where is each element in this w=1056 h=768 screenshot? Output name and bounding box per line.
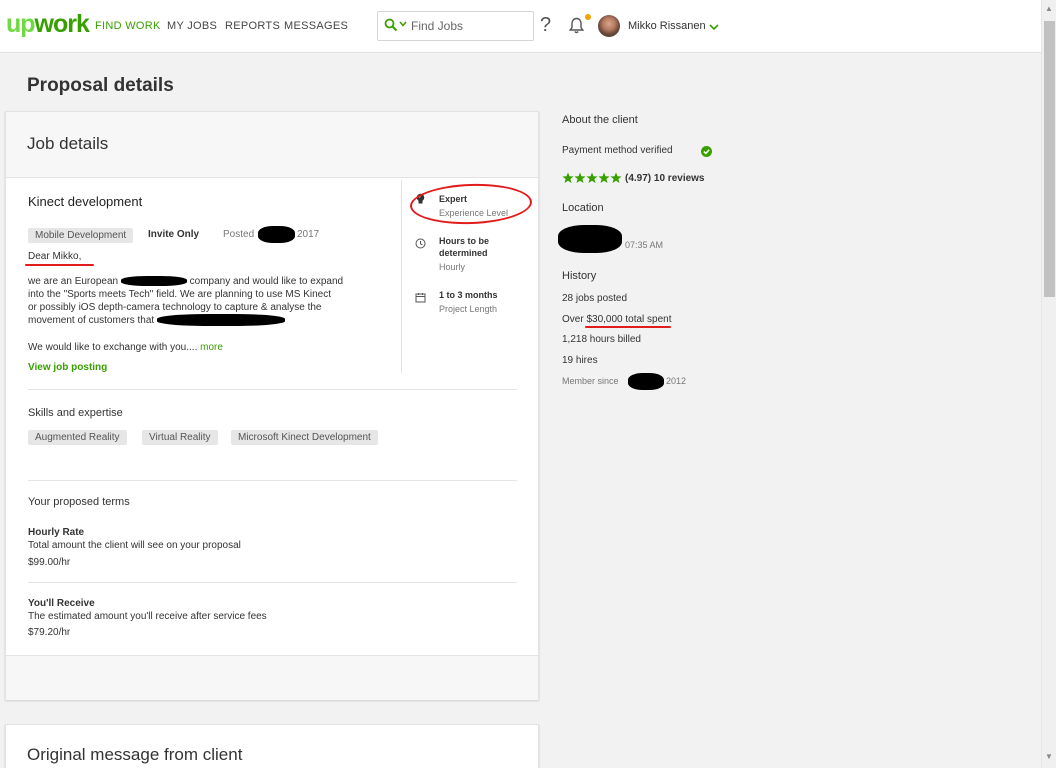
you-receive-description: The estimated amount you'll receive afte… [28,611,267,622]
job-title: Kinect development [28,194,143,209]
local-time: 07:35 AM [625,240,664,250]
project-length-value: 1 to 3 months [439,290,498,300]
help-icon[interactable]: ? [540,14,551,37]
hourly-rate-description: Total amount the client will see on your… [28,540,241,551]
project-length-label: Project Length [439,304,498,314]
jobs-posted: 28 jobs posted [562,293,628,304]
posted-label: Posted [223,229,255,240]
notification-badge [585,14,591,20]
vertical-scrollbar[interactable]: ▲ ▼ [1041,0,1056,768]
nav-reports[interactable]: REPORTS [225,20,280,32]
hires-count: 19 hires [562,355,598,366]
history-title: History [562,270,597,282]
job-details-card: Job details Kinect development Mobile De… [5,111,539,700]
description-text: or possibly iOS depth-camera technology … [28,302,322,313]
card-header: Job details [6,112,538,178]
proposed-terms-title: Your proposed terms [28,496,130,508]
redacted-location [558,225,622,253]
search-icon[interactable] [384,18,398,37]
member-since-label: Member since [562,376,619,386]
search-box [377,11,534,41]
search-input[interactable] [411,18,529,34]
notification-bell-icon[interactable] [568,17,585,39]
nav-messages[interactable]: MESSAGES [284,20,348,32]
category-tag: Mobile Development [28,228,134,243]
redacted-member-date [628,373,664,390]
scroll-down-arrow-icon[interactable]: ▼ [1045,752,1053,761]
card-title: Original message from client [27,745,243,764]
rating-stars [562,172,622,187]
hours-label: Hourly [439,262,466,272]
spent-prefix: Over [562,314,584,325]
underline-annotation [25,264,94,266]
clock-icon [415,236,426,254]
rating-text: (4.97) 10 reviews [625,173,705,184]
view-job-posting-link[interactable]: View job posting [28,362,107,373]
description-text: into the "Sports meets Tech" field. We a… [28,289,332,300]
description-text: we are an European [28,276,119,287]
redacted-text [120,276,187,287]
skill-tag[interactable]: Virtual Reality [142,430,218,445]
divider [28,480,517,481]
page-title: Proposal details [27,75,174,96]
hours-billed: 1,218 hours billed [562,334,641,345]
skills-title: Skills and expertise [28,407,123,419]
about-client-title: About the client [562,114,638,126]
hours-value: Hours to be determined [439,236,490,258]
hourly-rate-value: $99.00/hr [28,557,71,568]
divider [28,582,517,583]
circle-annotation [409,181,533,227]
nav-find-work[interactable]: FIND WORK [95,20,161,32]
upwork-logo[interactable]: upwork [6,10,90,39]
original-message-card: Original message from client [5,724,539,768]
job-description: we are an European company and would lik… [28,275,388,327]
divider [401,180,402,373]
description-text: We would like to exchange with you.... [28,342,198,353]
description-text: company and would like to expand [189,276,344,287]
scrollbar-thumb[interactable] [1044,21,1055,297]
redacted-text [156,314,285,327]
underline-annotation [585,326,671,328]
description-continued: We would like to exchange with you.... m… [28,342,223,353]
avatar[interactable] [598,15,620,37]
total-spent: Over $30,000 total spent [562,314,672,325]
member-since-year: 2012 [666,376,687,386]
check-circle-icon [701,144,712,162]
chevron-down-icon[interactable] [709,18,719,36]
top-navigation-bar: upwork FIND WORK MY JOBS REPORTS MESSAGE… [0,0,1041,53]
redacted-date [258,226,295,243]
chevron-down-icon[interactable] [399,20,407,29]
card-footer [6,655,538,700]
location-title: Location [562,202,604,214]
you-receive-value: $79.20/hr [28,627,71,638]
hourly-rate-label: Hourly Rate [28,527,85,538]
nav-my-jobs[interactable]: MY JOBS [167,20,217,32]
scroll-up-arrow-icon[interactable]: ▲ [1045,4,1053,13]
greeting-text: Dear Mikko, [28,251,82,262]
skill-tag[interactable]: Microsoft Kinect Development [231,430,378,445]
divider [28,389,517,390]
visibility-label: Invite Only [148,229,200,240]
calendar-icon [415,290,426,308]
posted-year: 2017 [297,229,320,240]
you-receive-label: You'll Receive [28,598,95,609]
spent-value: $30,000 total spent [586,314,672,325]
card-title: Job details [27,134,109,153]
user-name[interactable]: Mikko Rissanen [628,20,706,32]
description-text: movement of customers that [28,315,155,326]
skill-tag[interactable]: Augmented Reality [28,430,127,445]
more-link[interactable]: more [200,342,223,353]
payment-verified-text: Payment method verified [562,145,673,156]
